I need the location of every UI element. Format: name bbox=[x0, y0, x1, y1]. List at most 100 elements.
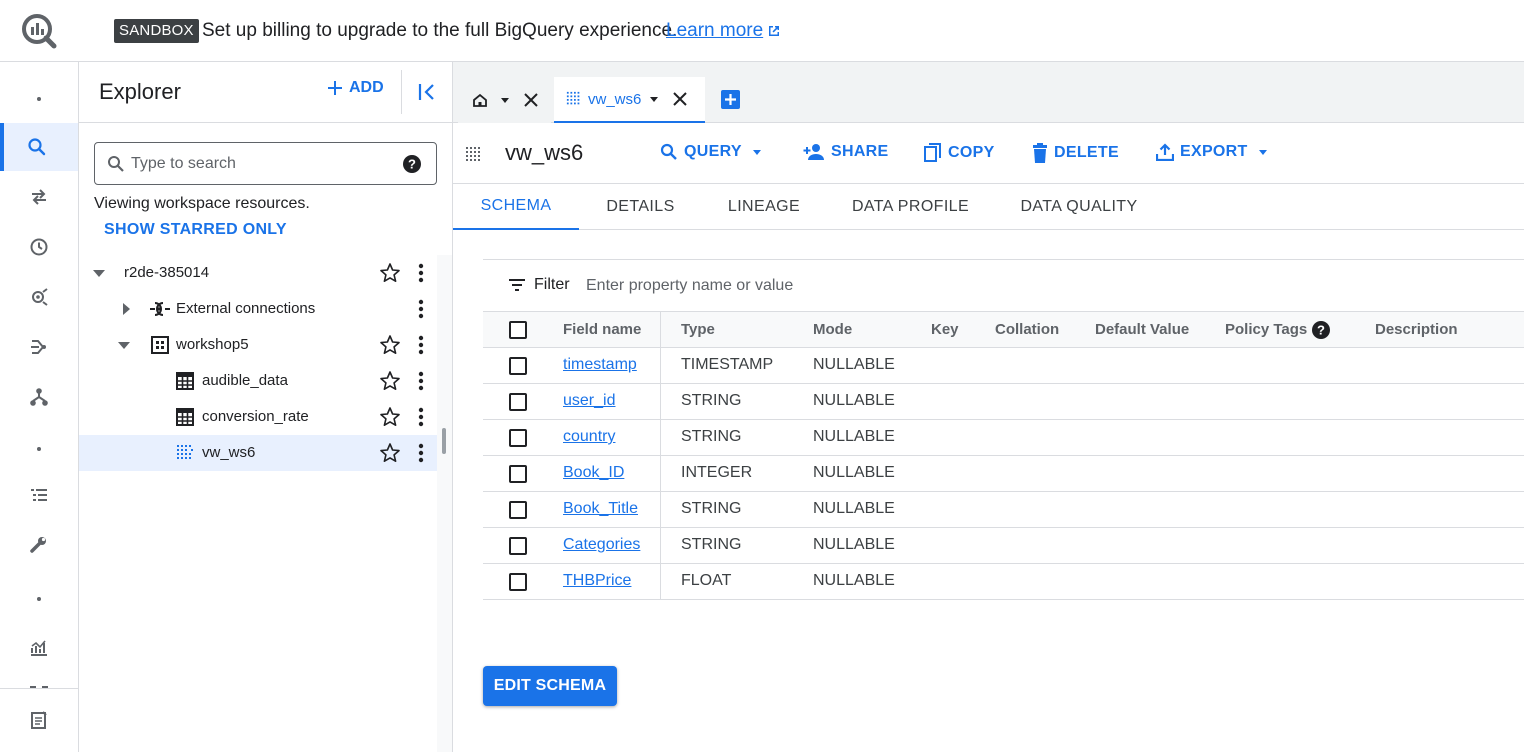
tree-item-view-selected[interactable]: vw_ws6 bbox=[79, 435, 437, 471]
field-name-link[interactable]: Categories bbox=[563, 536, 640, 554]
table-label: audible_data bbox=[202, 372, 288, 389]
tree-item-external-connections[interactable]: External connections bbox=[79, 291, 437, 327]
column-header[interactable]: Description bbox=[1375, 321, 1458, 338]
search-icon bbox=[660, 143, 677, 160]
rail-history-button[interactable] bbox=[0, 223, 78, 271]
row-checkbox[interactable] bbox=[509, 393, 527, 411]
dataset-icon bbox=[151, 336, 169, 354]
rail-monitoring-button[interactable] bbox=[0, 623, 78, 671]
query-button[interactable]: QUERY bbox=[660, 143, 762, 161]
bigquery-logo[interactable] bbox=[20, 12, 58, 50]
pipeline-icon bbox=[31, 340, 46, 354]
row-checkbox[interactable] bbox=[509, 501, 527, 519]
more-vert-icon[interactable] bbox=[415, 334, 427, 356]
column-divider bbox=[660, 311, 661, 600]
filter-button[interactable]: Filter bbox=[508, 276, 570, 294]
row-checkbox[interactable] bbox=[509, 573, 527, 591]
tab-data-profile[interactable]: DATA PROFILE bbox=[826, 184, 995, 230]
column-header[interactable]: Default Value bbox=[1095, 321, 1189, 338]
export-button[interactable]: EXPORT bbox=[1156, 143, 1268, 161]
close-icon[interactable] bbox=[673, 92, 688, 106]
more-vert-icon[interactable] bbox=[415, 406, 427, 428]
more-vert-icon[interactable] bbox=[415, 370, 427, 392]
column-header[interactable]: Mode bbox=[813, 321, 852, 338]
delete-label: DELETE bbox=[1054, 144, 1119, 161]
rail-tools-button[interactable] bbox=[0, 521, 78, 569]
rail-transfers-button[interactable] bbox=[0, 173, 78, 221]
resource-subtabs: SCHEMA DETAILS LINEAGE DATA PROFILE DATA… bbox=[453, 184, 1524, 230]
row-checkbox[interactable] bbox=[509, 429, 527, 447]
tree-item-dataset[interactable]: workshop5 bbox=[79, 327, 437, 363]
learn-more-link[interactable]: Learn more bbox=[666, 19, 781, 43]
row-checkbox[interactable] bbox=[509, 465, 527, 483]
chevron-down-icon[interactable] bbox=[500, 95, 510, 105]
column-header[interactable]: Field name bbox=[563, 321, 641, 338]
rail-queries-button[interactable] bbox=[0, 471, 78, 519]
field-name-link[interactable]: timestamp bbox=[563, 356, 637, 374]
chevron-down-icon[interactable] bbox=[649, 94, 659, 104]
explorer-scrollbar[interactable] bbox=[442, 428, 446, 454]
explorer-search-input[interactable] bbox=[131, 153, 391, 175]
edit-schema-button[interactable]: EDIT SCHEMA bbox=[483, 666, 617, 706]
more-vert-icon[interactable] bbox=[415, 262, 427, 284]
new-tab-button[interactable] bbox=[721, 90, 740, 109]
star-icon[interactable] bbox=[379, 334, 401, 356]
more-dots-icon bbox=[37, 447, 41, 451]
table-row: THBPrice FLOAT NULLABLE bbox=[483, 564, 1524, 600]
more-vert-icon[interactable] bbox=[415, 298, 427, 320]
row-checkbox[interactable] bbox=[509, 357, 527, 375]
select-all-checkbox[interactable] bbox=[509, 321, 527, 339]
table-icon bbox=[176, 408, 194, 426]
field-name-link[interactable]: Book_Title bbox=[563, 500, 638, 518]
rail-search-button[interactable] bbox=[0, 123, 78, 171]
column-header[interactable]: Collation bbox=[995, 321, 1059, 338]
main-content: vw_ws6 vw_ws6 QUERY SHARE COPY DELETE EX… bbox=[453, 62, 1524, 752]
tab-details[interactable]: DETAILS bbox=[579, 184, 702, 230]
show-starred-only-button[interactable]: SHOW STARRED ONLY bbox=[104, 221, 287, 239]
help-icon[interactable]: ? bbox=[1312, 321, 1330, 339]
star-icon[interactable] bbox=[379, 442, 401, 464]
copy-button[interactable]: COPY bbox=[924, 143, 995, 163]
tab-home[interactable] bbox=[458, 77, 551, 123]
tab-vw-ws6[interactable]: vw_ws6 bbox=[554, 77, 705, 123]
resource-toolbar: vw_ws6 QUERY SHARE COPY DELETE EXPORT bbox=[453, 123, 1524, 184]
field-name-link[interactable]: country bbox=[563, 428, 615, 446]
caret-down-icon[interactable] bbox=[118, 339, 130, 351]
column-header[interactable]: Key bbox=[931, 321, 959, 338]
caret-down-icon[interactable] bbox=[93, 267, 105, 279]
star-icon[interactable] bbox=[379, 370, 401, 392]
tree-item-table[interactable]: conversion_rate bbox=[79, 399, 437, 435]
add-button[interactable]: ADD bbox=[327, 79, 384, 97]
explorer-search-box[interactable]: ? bbox=[94, 142, 437, 185]
help-icon[interactable]: ? bbox=[403, 155, 421, 173]
search-icon bbox=[28, 138, 46, 156]
more-vert-icon[interactable] bbox=[415, 442, 427, 464]
star-icon[interactable] bbox=[379, 406, 401, 428]
column-header[interactable]: Type bbox=[681, 321, 715, 338]
filter-icon bbox=[509, 279, 525, 291]
tab-lineage[interactable]: LINEAGE bbox=[702, 184, 826, 230]
rail-release-notes-button[interactable] bbox=[0, 696, 78, 744]
filter-divider bbox=[483, 259, 1524, 260]
field-name-link[interactable]: THBPrice bbox=[563, 572, 631, 590]
field-name-link[interactable]: Book_ID bbox=[563, 464, 624, 482]
tree-item-table[interactable]: audible_data bbox=[79, 363, 437, 399]
collapse-explorer-button[interactable] bbox=[417, 82, 437, 102]
filter-input[interactable] bbox=[586, 275, 986, 297]
field-name-link[interactable]: user_id bbox=[563, 392, 615, 410]
column-header[interactable]: Policy Tags bbox=[1225, 321, 1307, 338]
rail-dataflow-button[interactable] bbox=[0, 323, 78, 371]
more-dots-icon bbox=[37, 597, 41, 601]
rail-dataform-button[interactable] bbox=[0, 373, 78, 421]
tab-schema[interactable]: SCHEMA bbox=[453, 184, 579, 230]
tree-item-project[interactable]: r2de-385014 bbox=[79, 255, 437, 291]
share-button[interactable]: SHARE bbox=[803, 143, 889, 161]
add-label: ADD bbox=[349, 79, 384, 96]
caret-right-icon[interactable] bbox=[120, 303, 132, 315]
rail-analytics-hub-button[interactable] bbox=[0, 273, 78, 321]
delete-button[interactable]: DELETE bbox=[1032, 143, 1119, 163]
tab-data-quality[interactable]: DATA QUALITY bbox=[995, 184, 1163, 230]
row-checkbox[interactable] bbox=[509, 537, 527, 555]
close-icon[interactable] bbox=[524, 93, 538, 107]
star-icon[interactable] bbox=[379, 262, 401, 284]
